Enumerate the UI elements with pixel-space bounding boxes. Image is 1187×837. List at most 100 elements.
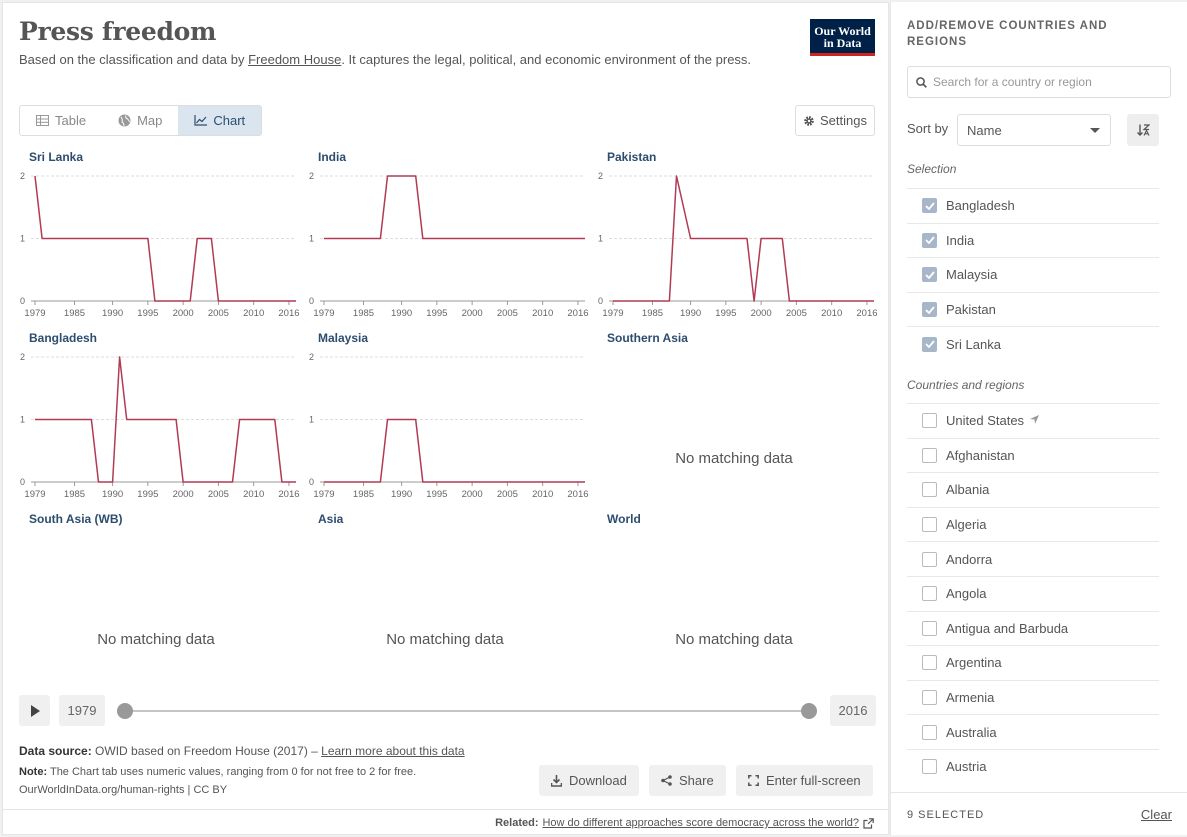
x-tick-label: 1979 [313, 489, 334, 500]
clear-button[interactable]: Clear [1141, 807, 1172, 822]
download-label: Download [569, 773, 627, 788]
x-tick-label: 1985 [64, 489, 85, 500]
checkbox[interactable] [922, 447, 937, 463]
panel-title: Sri Lanka [29, 150, 83, 164]
selection-group-label: Selection [907, 162, 957, 176]
checkbox[interactable] [922, 724, 937, 740]
series-line[interactable] [324, 418, 585, 483]
x-tick-label: 2010 [532, 489, 553, 500]
play-icon [30, 704, 40, 717]
panel-south-asia-wb-: South Asia (WB) No matching data [29, 512, 215, 648]
selected-entity-row[interactable]: Bangladesh [907, 188, 1159, 223]
sort-select[interactable]: Name [957, 114, 1111, 146]
x-tick-label: 1995 [137, 489, 158, 500]
timeline-start-year[interactable]: 1979 [59, 695, 105, 726]
country-row[interactable]: Australia [907, 714, 1159, 749]
search-icon [916, 76, 927, 88]
panel-southern-asia: Southern Asia No matching data [607, 331, 793, 467]
timeline-end-handle[interactable] [801, 703, 817, 719]
checkbox[interactable] [922, 551, 937, 567]
checkbox[interactable] [922, 620, 937, 636]
series-line[interactable] [324, 175, 585, 240]
country-row[interactable]: Angola [907, 575, 1159, 611]
panel-title: Southern Asia [607, 331, 688, 345]
entity-label: Albania [946, 482, 990, 498]
series-line[interactable] [35, 356, 296, 483]
x-tick-label: 2010 [821, 308, 842, 319]
country-row[interactable]: Antigua and Barbuda [907, 610, 1159, 646]
entity-label: Pakistan [946, 302, 996, 318]
timeline-start-handle[interactable] [117, 703, 133, 719]
y-tick-label: 2 [309, 352, 314, 362]
selected-list: Bangladesh India Malaysia Pakistan Sri Lanka [907, 188, 1159, 361]
country-row[interactable]: United States [907, 403, 1159, 438]
x-tick-label: 2016 [856, 308, 877, 319]
x-tick-label: 1990 [102, 489, 123, 500]
entity-label: Angola [946, 586, 987, 602]
country-row[interactable]: Argentina [907, 645, 1159, 680]
entity-label: United States [946, 413, 1025, 429]
external-link-icon [863, 817, 874, 829]
panel-title: Asia [318, 512, 344, 526]
timeline-track[interactable] [125, 710, 809, 712]
countries-group-label: Countries and regions [907, 378, 1025, 392]
learn-more-link[interactable]: Learn more about this data [321, 744, 464, 758]
y-tick-label: 1 [20, 415, 25, 425]
x-tick-label: 1985 [64, 308, 85, 319]
sort-label: Sort by [907, 121, 949, 136]
panel-title: Pakistan [607, 150, 656, 164]
checkbox[interactable] [922, 655, 937, 671]
checkbox[interactable] [922, 232, 937, 248]
no-data-label: No matching data [675, 450, 793, 467]
play-button[interactable] [19, 695, 50, 726]
checkbox[interactable] [922, 586, 937, 602]
countries-list: United States Afghanistan Albania Algeria An… [907, 403, 1159, 784]
fullscreen-button[interactable]: Enter full-screen [736, 765, 873, 796]
country-row[interactable]: Albania [907, 472, 1159, 507]
share-button[interactable]: Share [649, 765, 726, 796]
checkbox[interactable] [922, 336, 937, 352]
search-input[interactable] [933, 75, 1153, 89]
download-button[interactable]: Download [539, 765, 639, 796]
country-row[interactable]: Austria [907, 748, 1159, 784]
note-label: Note: [19, 766, 48, 778]
sort-order-icon [1136, 124, 1150, 136]
y-tick-label: 0 [20, 296, 25, 306]
timeline-end-year[interactable]: 2016 [830, 695, 876, 726]
checkbox[interactable] [922, 267, 937, 283]
selected-entity-row[interactable]: Pakistan [907, 291, 1159, 327]
x-tick-label: 1979 [24, 308, 45, 319]
sort-order-button[interactable] [1127, 114, 1159, 146]
check-icon [924, 340, 935, 349]
y-tick-label: 1 [309, 415, 314, 425]
selected-entity-row[interactable]: India [907, 222, 1159, 258]
checkbox[interactable] [922, 517, 937, 533]
sort-value: Name [967, 122, 1002, 138]
related-article-link[interactable]: How do different approaches score democr… [542, 817, 859, 829]
panel-world: World No matching data [607, 512, 793, 648]
entity-label: Sri Lanka [946, 336, 1001, 352]
y-tick-label: 0 [309, 296, 314, 306]
checkbox[interactable] [922, 198, 937, 214]
country-search[interactable] [907, 66, 1171, 98]
country-row[interactable]: Algeria [907, 506, 1159, 542]
checkbox[interactable] [922, 759, 937, 775]
checkbox[interactable] [922, 302, 937, 318]
x-tick-label: 1990 [391, 489, 412, 500]
entity-label: Andorra [946, 551, 993, 567]
selected-entity-row[interactable]: Sri Lanka [907, 326, 1159, 361]
x-tick-label: 1985 [642, 308, 663, 319]
country-row[interactable]: Armenia [907, 679, 1159, 715]
country-row[interactable]: Afghanistan [907, 437, 1159, 473]
checkbox[interactable] [922, 413, 937, 429]
x-tick-label: 2000 [462, 489, 483, 500]
owid-url[interactable]: OurWorldInData.org/human-rights | CC BY [19, 784, 227, 796]
x-tick-label: 1985 [353, 489, 374, 500]
panel-asia: Asia No matching data [318, 512, 504, 648]
country-row[interactable]: Andorra [907, 541, 1159, 576]
share-label: Share [679, 773, 714, 788]
entity-label: India [946, 232, 975, 248]
checkbox[interactable] [922, 690, 937, 706]
selected-entity-row[interactable]: Malaysia [907, 257, 1159, 292]
checkbox[interactable] [922, 482, 937, 498]
